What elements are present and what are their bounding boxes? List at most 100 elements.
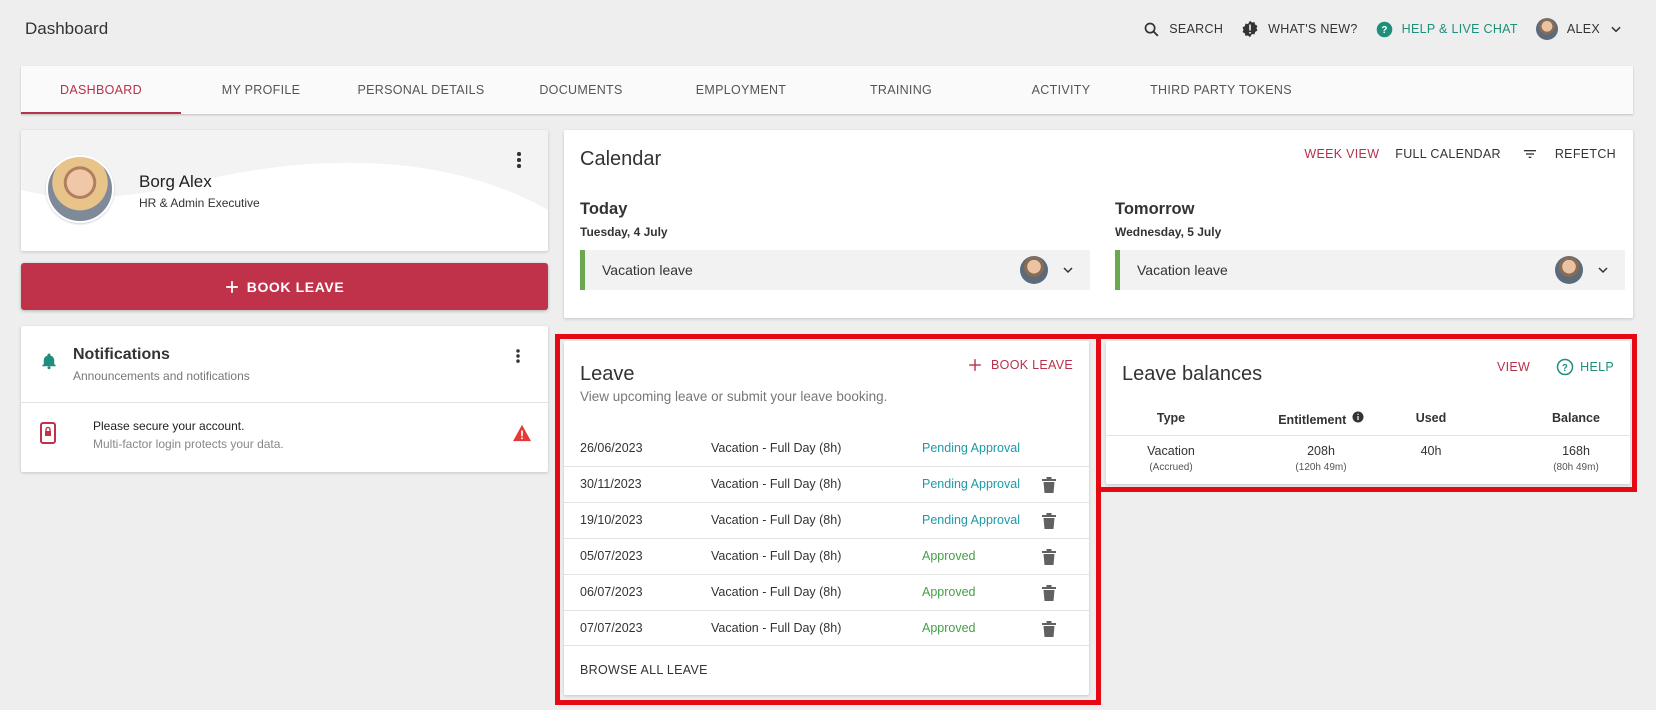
browse-all-leave-button[interactable]: BROWSE ALL LEAVE <box>580 663 708 677</box>
leave-date: 26/06/2023 <box>580 441 643 455</box>
chevron-down-icon[interactable] <box>1062 264 1074 276</box>
avatar <box>1535 18 1558 40</box>
tab-personal-details[interactable]: PERSONAL DETAILS <box>341 66 501 114</box>
leave-status: Approved <box>922 621 976 635</box>
leave-balances-title: Leave balances <box>1122 363 1263 385</box>
book-leave-label: BOOK LEAVE <box>246 278 345 295</box>
profile-avatar[interactable] <box>46 155 114 223</box>
balance-balance-sub: (80h 49m) <box>1553 462 1599 473</box>
tab-employment[interactable]: EMPLOYMENT <box>661 66 821 114</box>
whats-new-button[interactable]: WHAT'S NEW? <box>1241 20 1357 38</box>
profile-more-icon[interactable] <box>511 151 527 169</box>
info-icon[interactable] <box>1352 411 1364 423</box>
notification-item[interactable]: Please secure your account. Multi-factor… <box>21 403 548 471</box>
announcement-badge-icon <box>1242 20 1258 38</box>
balance-used: 40h <box>1420 444 1442 458</box>
col-header-used: Used <box>1415 411 1447 425</box>
tomorrow-date: Wednesday, 5 July <box>1115 225 1222 239</box>
leave-type: Vacation - Full Day (8h) <box>711 441 842 455</box>
calendar-event-tomorrow[interactable]: Vacation leave <box>1115 250 1625 290</box>
notifications-card: Notifications Announcements and notifica… <box>21 326 548 472</box>
col-header-entitlement: Entitlement <box>1246 411 1396 427</box>
filter-icon[interactable] <box>1521 146 1539 162</box>
avatar <box>1555 256 1583 284</box>
leave-row[interactable]: 26/06/2023 Vacation - Full Day (8h) Pendin… <box>564 431 1089 467</box>
leave-type: Vacation - Full Day (8h) <box>711 549 842 563</box>
chevron-down-icon[interactable] <box>1597 264 1609 276</box>
delete-icon[interactable] <box>1042 621 1056 642</box>
plus-icon <box>969 359 981 371</box>
calendar-actions: WEEK VIEW FULL CALENDAR REFETCH <box>1304 146 1616 162</box>
leave-type: Vacation - Full Day (8h) <box>711 621 842 635</box>
calendar-card: Calendar WEEK VIEW FULL CALENDAR REFETCH… <box>564 130 1633 318</box>
leave-title: Leave <box>580 363 635 385</box>
leave-row[interactable]: 30/11/2023 Vacation - Full Day (8h) Pendin… <box>564 467 1089 503</box>
search-icon <box>1144 22 1159 37</box>
leave-subtitle: View upcoming leave or submit your leave… <box>580 389 888 404</box>
tab-third-party-tokens[interactable]: THIRD PARTY TOKENS <box>1141 66 1301 114</box>
leave-row[interactable]: 07/07/2023 Vacation - Full Day (8h) Approv… <box>564 611 1089 647</box>
leave-card: Leave View upcoming leave or submit your… <box>564 341 1089 695</box>
tab-documents[interactable]: DOCUMENTS <box>501 66 661 114</box>
leave-list: 26/06/2023 Vacation - Full Day (8h) Pendin… <box>564 431 1089 647</box>
delete-icon[interactable] <box>1042 513 1056 534</box>
leave-row[interactable]: 19/10/2023 Vacation - Full Day (8h) Pendin… <box>564 503 1089 539</box>
leave-row[interactable]: 06/07/2023 Vacation - Full Day (8h) Approv… <box>564 575 1089 611</box>
help-button[interactable]: ? HELP <box>1556 358 1614 376</box>
balance-balance: 168h <box>1562 444 1590 458</box>
leave-balances-actions: VIEW ? HELP <box>1497 358 1614 376</box>
user-menu[interactable]: ALEX <box>1535 18 1623 40</box>
notification-title: Please secure your account. <box>93 419 245 433</box>
help-live-chat-button[interactable]: ? HELP & LIVE CHAT <box>1376 21 1518 38</box>
leave-date: 19/10/2023 <box>580 513 643 527</box>
week-view-button[interactable]: WEEK VIEW <box>1304 147 1379 161</box>
notifications-subtitle: Announcements and notifications <box>73 369 250 383</box>
leave-balances-card: Leave balances VIEW ? HELP Type Entitlem… <box>1106 341 1630 484</box>
calendar-event-today[interactable]: Vacation leave <box>580 250 1090 290</box>
balance-entitlement-sub: (120h 49m) <box>1295 462 1347 473</box>
help-label: HELP & LIVE CHAT <box>1401 22 1518 36</box>
notification-subtitle: Multi-factor login protects your data. <box>93 437 284 451</box>
leave-type: Vacation - Full Day (8h) <box>711 513 842 527</box>
event-label: Vacation leave <box>602 262 693 278</box>
tab-training[interactable]: TRAINING <box>821 66 981 114</box>
notifications-more-icon[interactable] <box>511 348 525 363</box>
balance-balance-cell: 168h (80h 49m) <box>1526 444 1626 473</box>
refetch-button[interactable]: REFETCH <box>1555 147 1616 161</box>
leave-status: Pending Approval <box>922 441 1020 455</box>
svg-text:?: ? <box>1562 363 1568 374</box>
delete-icon[interactable] <box>1042 477 1056 498</box>
leave-status: Approved <box>922 549 976 563</box>
leave-book-button[interactable]: BOOK LEAVE <box>968 358 1073 372</box>
full-calendar-button[interactable]: FULL CALENDAR <box>1395 147 1501 161</box>
tab-my-profile[interactable]: MY PROFILE <box>181 66 341 114</box>
search-label: SEARCH <box>1169 22 1224 36</box>
help-label: HELP <box>1580 360 1614 374</box>
leave-status: Approved <box>922 585 976 599</box>
secure-phone-icon <box>40 422 56 444</box>
avatar <box>1020 256 1048 284</box>
leave-type: Vacation - Full Day (8h) <box>711 477 842 491</box>
page-title: Dashboard <box>25 19 109 38</box>
event-label: Vacation leave <box>1137 262 1228 278</box>
profile-name: Borg Alex <box>139 172 212 191</box>
book-leave-button[interactable]: BOOK LEAVE <box>21 263 548 310</box>
user-name: ALEX <box>1566 22 1600 36</box>
tab-bar: DASHBOARD MY PROFILE PERSONAL DETAILS DO… <box>21 66 1633 114</box>
today-date: Tuesday, 4 July <box>580 225 668 239</box>
tab-dashboard[interactable]: DASHBOARD <box>21 66 181 114</box>
balance-type-cell: Vacation (Accrued) <box>1136 444 1206 473</box>
delete-icon[interactable] <box>1042 585 1056 606</box>
leave-book-label: BOOK LEAVE <box>991 358 1073 372</box>
notifications-title: Notifications <box>73 346 170 363</box>
tab-activity[interactable]: ACTIVITY <box>981 66 1141 114</box>
delete-icon[interactable] <box>1042 549 1056 570</box>
view-button[interactable]: VIEW <box>1497 360 1530 374</box>
balance-entitlement: 208h <box>1307 444 1335 458</box>
balance-type-sub: (Accrued) <box>1149 462 1193 473</box>
leave-row[interactable]: 05/07/2023 Vacation - Full Day (8h) Approv… <box>564 539 1089 575</box>
bell-icon <box>42 353 56 370</box>
search-button[interactable]: SEARCH <box>1143 21 1223 38</box>
top-bar: Dashboard SEARCH WHAT'S NEW? ? HELP & LI… <box>0 0 1656 58</box>
leave-type: Vacation - Full Day (8h) <box>711 585 842 599</box>
